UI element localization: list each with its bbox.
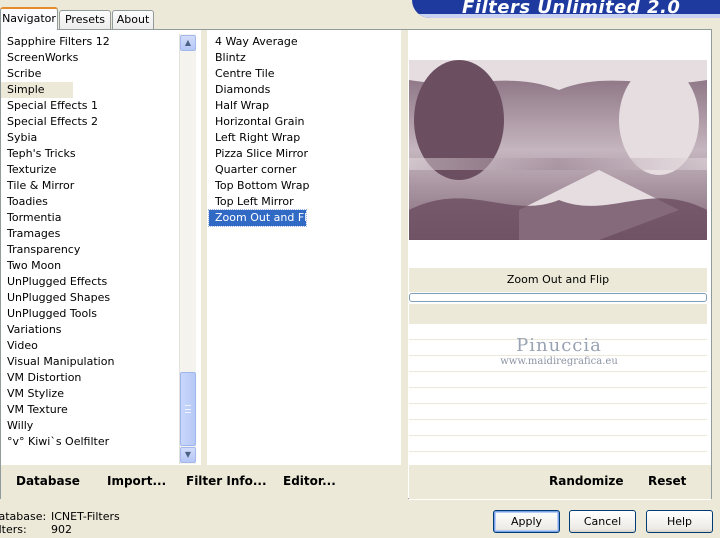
category-item[interactable]: Transparency	[1, 242, 179, 258]
parameter-area	[409, 304, 707, 324]
category-item[interactable]: VM Texture	[1, 402, 179, 418]
app-title: Filters Unlimited 2.0	[462, 0, 681, 18]
category-item[interactable]: Special Effects 1	[1, 98, 179, 114]
preview-area: Zoom Out and Flip Pinuccia www.maidiregr…	[409, 30, 711, 500]
category-item[interactable]: UnPlugged Shapes	[1, 290, 179, 306]
category-item[interactable]: Toadies	[1, 194, 179, 210]
category-item[interactable]: Sapphire Filters 12	[1, 34, 179, 50]
category-scrollbar[interactable]: ▲ ▼	[179, 34, 196, 464]
scroll-thumb[interactable]	[180, 372, 196, 446]
title-banner: Filters Unlimited 2.0	[412, 0, 720, 18]
parameter-row	[409, 436, 707, 452]
category-item[interactable]: °v° Kiwi`s Oelfilter	[1, 434, 179, 450]
preview-image	[409, 60, 707, 240]
database-button[interactable]: Database	[16, 474, 80, 488]
filter-item[interactable]: Horizontal Grain	[209, 114, 399, 130]
reset-button[interactable]: Reset	[648, 474, 686, 488]
category-list[interactable]: Sapphire Filters 12 ScreenWorks Scribe Simp…	[1, 34, 179, 450]
preview-filter-name: Zoom Out and Flip	[409, 268, 707, 292]
navigator-panel: Sapphire Filters 12 ScreenWorks Scribe Simp…	[0, 29, 712, 500]
editor-button[interactable]: Editor...	[283, 474, 336, 488]
divider	[201, 30, 207, 465]
tab-about[interactable]: About	[112, 10, 154, 29]
tab-presets[interactable]: Presets	[59, 10, 111, 29]
category-item[interactable]: UnPlugged Tools	[1, 306, 179, 322]
category-item[interactable]: Special Effects 2	[1, 114, 179, 130]
divider	[401, 30, 408, 500]
grip-icon	[185, 405, 191, 413]
database-value: ICNET-Filters	[51, 510, 120, 523]
scroll-up-button[interactable]: ▲	[180, 35, 196, 51]
tab-navigator[interactable]: Navigator	[0, 7, 58, 30]
filter-item[interactable]: Half Wrap	[209, 98, 399, 114]
category-item[interactable]: Simple	[1, 82, 73, 98]
filter-info-button[interactable]: Filter Info...	[186, 474, 267, 488]
category-item[interactable]: VM Stylize	[1, 386, 179, 402]
filter-item[interactable]: Quarter corner	[209, 162, 399, 178]
preview-svg	[409, 60, 707, 240]
category-item[interactable]: Visual Manipulation	[1, 354, 179, 370]
watermark-url: www.maidiregrafica.eu	[500, 356, 618, 367]
filter-item[interactable]: 4 Way Average	[209, 34, 399, 50]
filter-item[interactable]: Left Right Wrap	[209, 130, 399, 146]
category-item[interactable]: UnPlugged Effects	[1, 274, 179, 290]
filter-list[interactable]: 4 Way Average Blintz Centre Tile Diamonds Ha…	[208, 34, 399, 227]
filter-item[interactable]: Pizza Slice Mirror	[209, 146, 399, 162]
filter-item[interactable]: Top Bottom Wrap	[209, 178, 399, 194]
category-item[interactable]: Willy	[1, 418, 179, 434]
category-item[interactable]: Sybia	[1, 130, 179, 146]
category-item[interactable]: Tile & Mirror	[1, 178, 179, 194]
filter-item[interactable]: Centre Tile	[209, 66, 399, 82]
filter-item[interactable]: Zoom Out and Flip	[208, 209, 317, 227]
category-item[interactable]: Two Moon	[1, 258, 179, 274]
category-item[interactable]: Variations	[1, 322, 179, 338]
category-item[interactable]: Video	[1, 338, 179, 354]
filters-label: Filters:	[0, 523, 27, 536]
cancel-button[interactable]: Cancel	[569, 510, 636, 533]
filter-item[interactable]: Top Left Mirror	[209, 194, 399, 210]
category-item[interactable]: Texturize	[1, 162, 179, 178]
right-toolbar: Randomize Reset	[409, 465, 711, 499]
category-item[interactable]: Tramages	[1, 226, 179, 242]
filters-count: 902	[51, 523, 72, 536]
category-item[interactable]: Scribe	[1, 66, 179, 82]
scroll-down-button[interactable]: ▼	[180, 447, 196, 463]
watermark: Pinuccia www.maidiregrafica.eu	[489, 335, 629, 367]
category-item[interactable]: Teph's Tricks	[1, 146, 179, 162]
left-toolbar: Database Import... Filter Info... Editor…	[1, 465, 401, 499]
parameter-row	[409, 420, 707, 436]
category-item[interactable]: VM Distortion	[1, 370, 179, 386]
parameter-row	[409, 404, 707, 420]
filter-item[interactable]: Blintz	[209, 50, 399, 66]
watermark-name: Pinuccia	[516, 335, 602, 356]
database-label: Database:	[0, 510, 47, 523]
progress-bar	[409, 293, 707, 302]
import-button[interactable]: Import...	[107, 474, 166, 488]
category-item[interactable]: ScreenWorks	[1, 50, 179, 66]
parameter-row	[409, 388, 707, 404]
randomize-button[interactable]: Randomize	[549, 474, 623, 488]
help-button[interactable]: Help	[646, 510, 713, 533]
category-item[interactable]: Tormentia	[1, 210, 179, 226]
apply-button[interactable]: Apply	[493, 510, 560, 533]
filter-item[interactable]: Diamonds	[209, 82, 399, 98]
parameter-row	[409, 372, 707, 388]
